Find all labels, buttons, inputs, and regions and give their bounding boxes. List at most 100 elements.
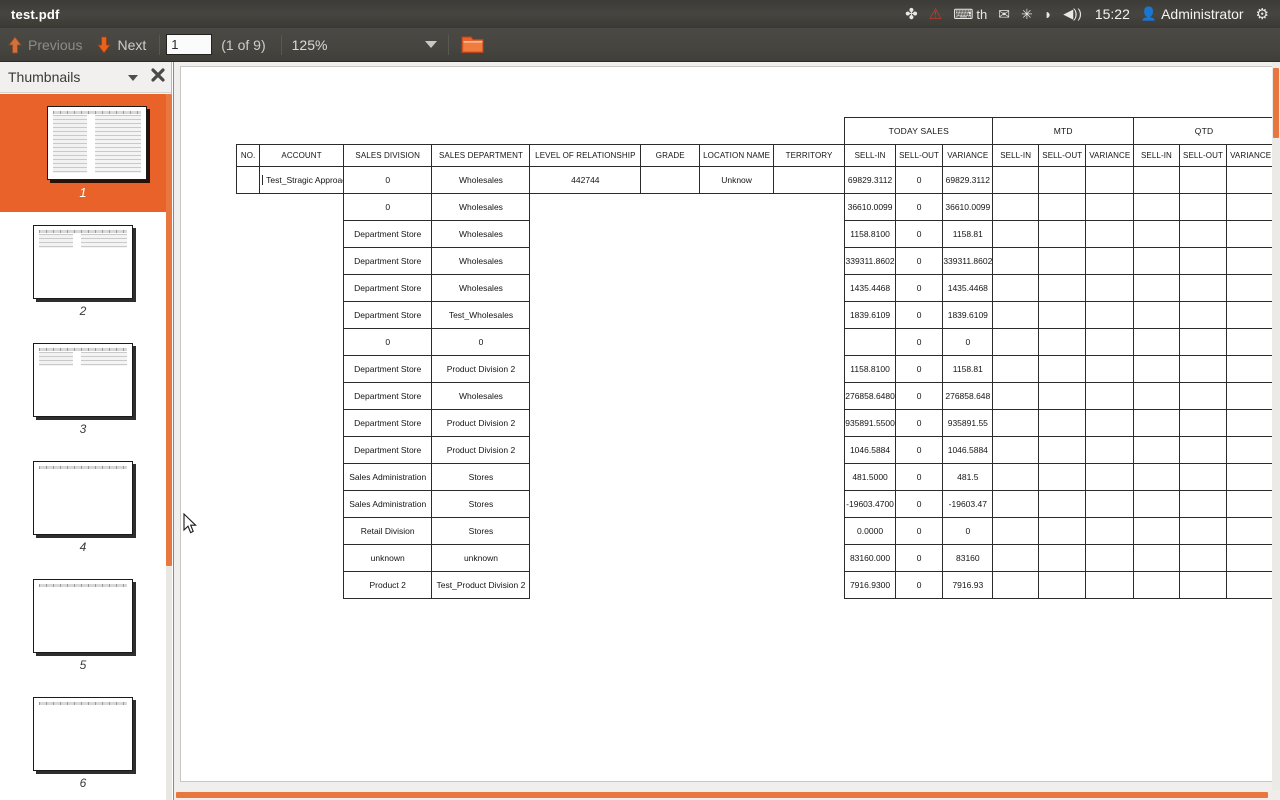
group-header-qtd: QTD <box>1133 117 1275 145</box>
thumbnail-preview <box>46 106 147 180</box>
cell-qtd-sellin <box>1133 301 1180 329</box>
cell-qtd-sellout <box>1178 193 1228 221</box>
chevron-down-glyph <box>128 75 138 81</box>
cell-territory <box>773 491 844 518</box>
cell-level-of-relationship <box>530 221 641 248</box>
sidebar-scrollbar-track[interactable] <box>166 94 172 800</box>
cell-sales-division: Department Store <box>342 220 433 248</box>
cell-qtd-sellin <box>1133 517 1180 545</box>
chevron-down-icon[interactable] <box>121 68 145 86</box>
cell-grade <box>641 491 700 518</box>
next-page-button[interactable]: Next <box>89 28 153 62</box>
thumbnail-label: 6 <box>79 775 87 790</box>
document-horizontal-scrollbar-track[interactable] <box>174 790 1280 800</box>
warning-icon[interactable]: ⚠ <box>924 0 947 28</box>
thumbnail-item-2[interactable]: 2 <box>0 212 166 330</box>
column-header-grade: GRADE <box>640 144 701 167</box>
open-file-button[interactable] <box>455 34 491 55</box>
cell-level-of-relationship <box>530 194 641 221</box>
volume-icon[interactable]: ◀)) <box>1058 0 1087 28</box>
sidebar-scrollbar-thumb[interactable] <box>166 94 172 566</box>
cell-location-name <box>700 518 774 545</box>
cell-mtd-sellout <box>1038 355 1087 383</box>
cell-mtd-variance <box>1085 247 1135 275</box>
close-glyph <box>151 67 165 82</box>
document-vertical-scrollbar-thumb[interactable] <box>1273 68 1279 138</box>
table-row: Sales Administration Stores 481.5000 0 481.5 <box>237 463 1275 491</box>
thumbnail-item-5[interactable]: 5 <box>0 566 166 684</box>
thumbnail-item-6[interactable]: 6 <box>0 684 166 800</box>
wifi-icon[interactable]: ◗ <box>1039 0 1057 28</box>
pdf-toolbar: Previous Next (1 of 9) 125% <box>0 28 1280 62</box>
mini-table-left-block <box>52 115 87 173</box>
cell-mtd-variance <box>1085 544 1135 572</box>
cell-qtd-sellout <box>1178 463 1228 491</box>
dropbox-icon[interactable]: ✤ <box>900 0 923 28</box>
cell-level-of-relationship <box>530 464 641 491</box>
cell-level-of-relationship <box>530 356 641 383</box>
cell-sales-department: Wholesales <box>431 193 531 221</box>
cell-today-sellout: 0 <box>894 301 944 329</box>
column-header-location-name: LOCATION NAME <box>699 144 774 167</box>
table-row: Product 2 Test_Product Division 2 7916.930… <box>237 571 1275 599</box>
thumbnail-item-1[interactable]: 1 <box>0 94 166 212</box>
cell-mtd-sellout <box>1038 301 1087 329</box>
cell-today-sellout: 0 <box>894 409 944 437</box>
document-horizontal-scrollbar-thumb[interactable] <box>176 792 1268 798</box>
keyboard-layout-label: th <box>976 6 988 22</box>
cell-no <box>237 275 260 302</box>
cell-sales-department: Product Division 2 <box>431 409 531 437</box>
table-row: 0000 <box>237 328 1275 356</box>
close-icon[interactable] <box>145 67 171 87</box>
cell-location-name <box>700 221 774 248</box>
desktop-top-panel: test.pdf ✤ ⚠ ⌨ th ✉ ✳ ◗ ◀)) 15:22 👤 Admi… <box>0 0 1280 28</box>
zoom-dropdown-button[interactable] <box>420 28 442 62</box>
table-row: Department Store Wholesales 276858.6480 0 27… <box>237 382 1275 410</box>
table-body: Test_Stragic Approach Co.0Wholesales4427… <box>235 166 1275 599</box>
user-avatar-icon[interactable]: 👤 <box>1138 0 1160 28</box>
toolbar-separator-3 <box>447 34 449 55</box>
cell-location-name <box>700 275 774 302</box>
table-row: Department Store Product Division 2 1046.5… <box>237 436 1275 464</box>
cell-territory <box>773 572 844 599</box>
cell-sales-division: Department Store <box>342 274 433 302</box>
cell-account <box>260 302 344 329</box>
mail-icon[interactable]: ✉ <box>993 0 1015 28</box>
cell-territory <box>773 275 844 302</box>
cell-no <box>237 518 260 545</box>
cell-today-sellout: 0 <box>894 166 944 194</box>
cell-mtd-variance <box>1085 328 1135 356</box>
cell-today-variance: 1839.6109 <box>942 301 994 329</box>
cell-qtd-sellin <box>1133 436 1180 464</box>
document-view[interactable]: TODAY SALES MTD QTD NO. ACCOUNT SALES DI… <box>173 62 1280 800</box>
keyboard-indicator-icon[interactable]: ⌨ th <box>948 0 992 28</box>
mini-table-left-block <box>39 351 73 366</box>
thumbnail-list[interactable]: 1 2 3 4 5 6 <box>0 94 166 800</box>
cell-today-variance: 1158.81 <box>942 355 994 383</box>
cell-today-variance: 69829.3112 <box>942 166 994 194</box>
user-menu-label[interactable]: Administrator <box>1161 6 1249 22</box>
thumbnail-item-4[interactable]: 4 <box>0 448 166 566</box>
cell-mtd-sellin <box>992 247 1040 275</box>
previous-page-button[interactable]: Previous <box>0 28 89 62</box>
cell-sales-division: Department Store <box>342 247 433 275</box>
cell-sales-department: Test_Wholesales <box>431 301 531 329</box>
page-number-input[interactable] <box>166 34 213 55</box>
cell-today-sellout: 0 <box>894 274 944 302</box>
gear-icon[interactable]: ⚙ <box>1251 0 1274 28</box>
cell-qtd-variance <box>1226 220 1275 248</box>
bluetooth-icon[interactable]: ✳ <box>1016 0 1038 28</box>
column-header-territory: TERRITORY <box>772 144 846 167</box>
clock[interactable]: 15:22 <box>1088 6 1137 22</box>
zoom-level-value[interactable]: 125% <box>288 37 340 53</box>
cell-sales-department: 0 <box>431 328 531 356</box>
cell-today-sellin <box>844 328 896 356</box>
cell-today-sellin: 7916.9300 <box>844 571 896 599</box>
thumbnail-item-3[interactable]: 3 <box>0 330 166 448</box>
document-vertical-scrollbar-track[interactable] <box>1272 62 1280 800</box>
cell-territory <box>773 248 844 275</box>
cell-today-sellout: 0 <box>894 382 944 410</box>
cell-today-variance: 83160 <box>942 544 994 572</box>
table-row: unknown unknown 83160.000 0 83160 <box>237 544 1275 572</box>
cell-mtd-sellin <box>992 328 1040 356</box>
